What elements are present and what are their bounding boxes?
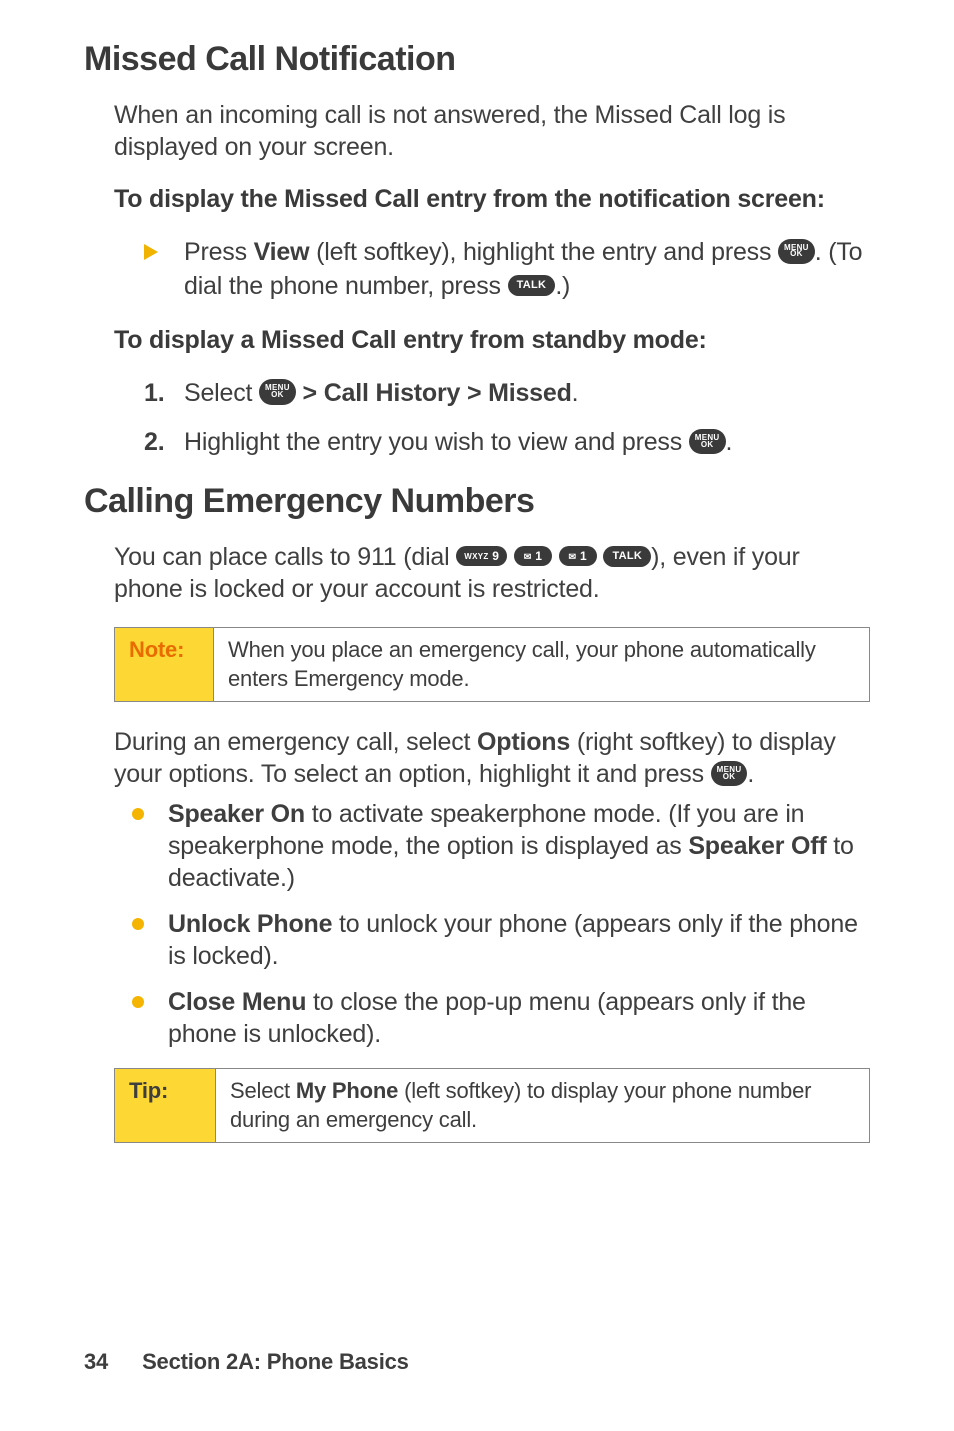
tip-label: Tip:: [115, 1069, 216, 1143]
talk-key-icon: TALK: [603, 546, 651, 567]
option-speaker-on: Speaker On to activate speakerphone mode…: [132, 798, 870, 894]
subhead-notif-screen: To display the Missed Call entry from th…: [84, 185, 870, 214]
step-2: 2. Highlight the entry you wish to view …: [144, 426, 870, 460]
text: .: [572, 379, 579, 407]
key-1-icon: ✉ 1: [559, 546, 597, 566]
menu-ok-key-icon: MENUOK: [689, 429, 726, 455]
menu-ok-key-icon: MENUOK: [778, 239, 815, 265]
section-label: Section 2A: Phone Basics: [142, 1349, 409, 1374]
key-9-icon: WXYZ 9: [456, 546, 507, 566]
note-body: When you place an emergency call, your p…: [214, 628, 870, 702]
option-close-menu: Close Menu to close the pop-up menu (app…: [132, 986, 870, 1050]
text: Select: [230, 1078, 296, 1103]
option-unlock-phone: Unlock Phone to unlock your phone (appea…: [132, 908, 870, 972]
text: During an emergency call, select: [114, 728, 477, 756]
text: You can place calls to 911 (dial: [114, 543, 456, 571]
softkey-my-phone: My Phone: [296, 1078, 398, 1103]
text: (left softkey), highlight the entry and …: [309, 238, 778, 266]
heading-missed-call: Missed Call Notification: [84, 40, 870, 79]
paragraph-911: You can place calls to 911 (dial WXYZ 9 …: [84, 541, 870, 605]
text: .: [747, 760, 754, 788]
note-label: Note:: [115, 628, 214, 702]
step-1: 1. Select MENUOK > Call History > Missed…: [144, 377, 870, 411]
softkey-options: Options: [477, 728, 570, 756]
step-view: Press View (left softkey), highlight the…: [144, 236, 870, 304]
option-title-off: Speaker Off: [688, 832, 826, 860]
heading-emergency: Calling Emergency Numbers: [84, 482, 870, 521]
tip-box: Tip: Select My Phone (left softkey) to d…: [114, 1068, 870, 1143]
option-title: Speaker On: [168, 800, 305, 828]
text: Highlight the entry you wish to view and…: [184, 428, 689, 456]
key-1-icon: ✉ 1: [514, 546, 552, 566]
page-footer: 34 Section 2A: Phone Basics: [84, 1349, 409, 1375]
step-number: 1.: [144, 377, 164, 411]
tip-body: Select My Phone (left softkey) to displa…: [216, 1069, 870, 1143]
step-number: 2.: [144, 426, 164, 460]
page-number: 34: [84, 1349, 108, 1374]
paragraph-options: During an emergency call, select Options…: [84, 726, 870, 790]
option-title: Unlock Phone: [168, 910, 332, 938]
text: Select: [184, 379, 259, 407]
talk-key-icon: TALK: [508, 275, 556, 296]
softkey-view: View: [254, 238, 310, 266]
subhead-standby: To display a Missed Call entry from stan…: [84, 326, 870, 355]
menu-ok-key-icon: MENUOK: [711, 761, 748, 787]
text: .): [555, 272, 570, 300]
option-title: Close Menu: [168, 988, 306, 1016]
text: .: [726, 428, 733, 456]
manual-page: Missed Call Notification When an incomin…: [0, 0, 954, 1431]
paragraph-intro: When an incoming call is not answered, t…: [84, 99, 870, 163]
option-bullet-list: Speaker On to activate speakerphone mode…: [84, 798, 870, 1050]
step-list-notif: Press View (left softkey), highlight the…: [84, 236, 870, 304]
note-box: Note: When you place an emergency call, …: [114, 627, 870, 702]
text: Press: [184, 238, 254, 266]
menu-ok-key-icon: MENUOK: [259, 379, 296, 405]
step-list-standby: 1. Select MENUOK > Call History > Missed…: [84, 377, 870, 461]
menu-path: > Call History > Missed: [296, 379, 572, 407]
